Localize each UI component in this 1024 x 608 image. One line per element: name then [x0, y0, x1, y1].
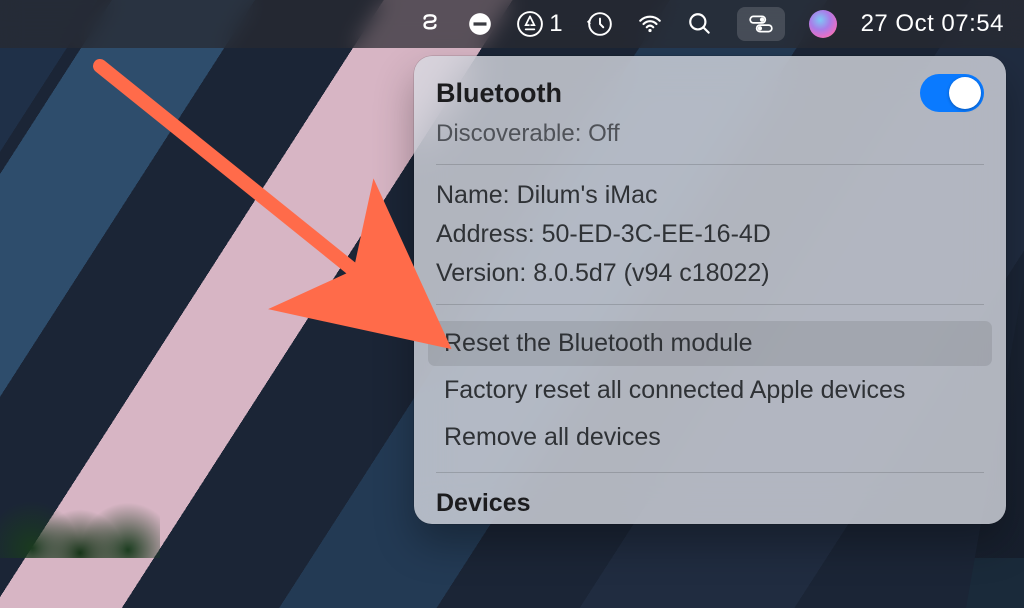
panel-title: Bluetooth — [436, 78, 562, 109]
dnd-icon[interactable] — [467, 0, 493, 48]
appstore-updates-icon[interactable]: 1 — [517, 0, 562, 48]
wallpaper-foliage — [0, 458, 160, 558]
menu-bar: 1 27 Oct 07:54 — [0, 0, 1024, 48]
panel-header: Bluetooth — [436, 74, 984, 112]
bluetooth-panel: Bluetooth Discoverable: Off Name: Dilum'… — [414, 56, 1006, 524]
device-version-row: Version: 8.0.5d7 (v94 c18022) — [436, 259, 984, 288]
remove-all-devices[interactable]: Remove all devices — [436, 415, 984, 460]
device-name-row: Name: Dilum's iMac — [436, 181, 984, 210]
shortcut-s-icon[interactable] — [417, 0, 443, 48]
device-address-row: Address: 50-ED-3C-EE-16-4D — [436, 220, 984, 249]
devices-section-title: Devices — [436, 489, 984, 518]
control-center-icon[interactable] — [737, 7, 785, 41]
bluetooth-toggle[interactable] — [920, 74, 984, 112]
menubar-clock[interactable]: 27 Oct 07:54 — [861, 0, 1004, 48]
reset-bluetooth-module[interactable]: Reset the Bluetooth module — [428, 321, 992, 366]
divider — [436, 304, 984, 305]
wifi-icon[interactable] — [637, 0, 663, 48]
siri-icon[interactable] — [809, 0, 837, 48]
timemachine-icon[interactable] — [587, 0, 613, 48]
spotlight-icon[interactable] — [687, 0, 713, 48]
factory-reset-devices[interactable]: Factory reset all connected Apple device… — [436, 368, 984, 413]
divider — [436, 164, 984, 165]
appstore-badge-count: 1 — [549, 10, 562, 38]
discoverable-status: Discoverable: Off — [436, 120, 984, 148]
divider — [436, 472, 984, 473]
